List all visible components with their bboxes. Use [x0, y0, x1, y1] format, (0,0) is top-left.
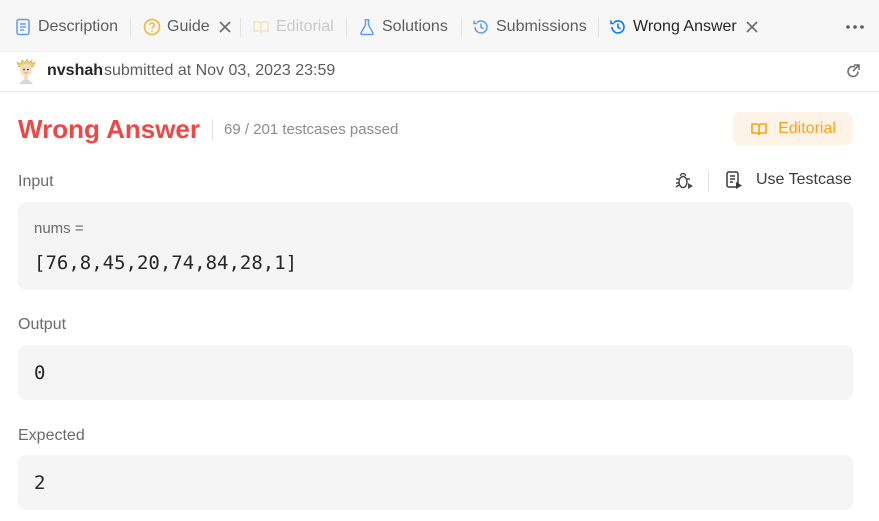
tab-divider	[461, 17, 462, 37]
tab-guide[interactable]: Guide	[143, 14, 232, 40]
tab-submissions[interactable]: Submissions	[472, 14, 587, 40]
tab-bar: Description Guide Editorial Solutions Su…	[0, 0, 879, 52]
testcase-icon	[724, 170, 744, 190]
flask-icon	[358, 18, 376, 36]
tab-solutions[interactable]: Solutions	[358, 14, 448, 40]
tab-divider	[346, 17, 347, 37]
output-label: Output	[18, 316, 67, 333]
expected-label: Expected	[18, 427, 85, 444]
input-label: Input	[18, 173, 54, 190]
close-icon[interactable]	[745, 20, 759, 34]
editorial-button-label: Editorial	[778, 119, 836, 137]
tab-label: Guide	[167, 18, 210, 35]
tab-label: Solutions	[382, 18, 448, 35]
book-icon	[252, 18, 270, 36]
input-value: [76,8,45,20,74,84,28,1]	[34, 252, 298, 274]
document-icon	[14, 18, 32, 36]
editorial-button[interactable]: Editorial	[733, 112, 853, 145]
book-icon	[750, 120, 768, 138]
submission-info: nvshah submitted at Nov 03, 2023 23:59	[0, 52, 879, 92]
tab-label: Editorial	[276, 18, 334, 35]
submitted-timestamp: submitted at Nov 03, 2023 23:59	[104, 62, 336, 79]
expected-box: 2	[18, 455, 853, 510]
input-var-name: nums =	[34, 220, 84, 237]
close-icon[interactable]	[218, 20, 232, 34]
tab-divider	[598, 17, 599, 37]
verdict-divider	[212, 119, 213, 139]
share-link-icon[interactable]	[845, 63, 861, 79]
use-testcase-button[interactable]: Use Testcase	[724, 170, 852, 190]
verdict-title: Wrong Answer	[18, 114, 201, 144]
tab-label: Submissions	[496, 18, 587, 35]
output-box: 0	[18, 345, 853, 400]
output-value: 0	[34, 362, 46, 384]
more-options-icon[interactable]	[845, 17, 865, 37]
testcases-passed: 69 / 201 testcases passed	[224, 121, 399, 138]
tab-description[interactable]: Description	[14, 14, 118, 40]
tab-label: Wrong Answer	[633, 18, 737, 35]
debug-icon[interactable]	[674, 171, 694, 191]
question-circle-icon	[143, 18, 161, 36]
username-link[interactable]: nvshah	[47, 62, 103, 80]
tab-editorial[interactable]: Editorial	[252, 14, 334, 40]
tab-divider	[240, 17, 241, 37]
avatar[interactable]	[14, 58, 38, 84]
history-icon	[472, 18, 490, 36]
tab-label: Description	[38, 18, 119, 35]
toolbar-divider	[708, 170, 709, 192]
input-box: nums = [76,8,45,20,74,84,28,1]	[18, 202, 853, 290]
expected-value: 2	[34, 472, 46, 494]
use-testcase-label: Use Testcase	[756, 171, 852, 188]
tab-divider	[130, 17, 131, 37]
tab-wrong-answer[interactable]: Wrong Answer	[609, 14, 759, 40]
history-icon	[609, 18, 627, 36]
